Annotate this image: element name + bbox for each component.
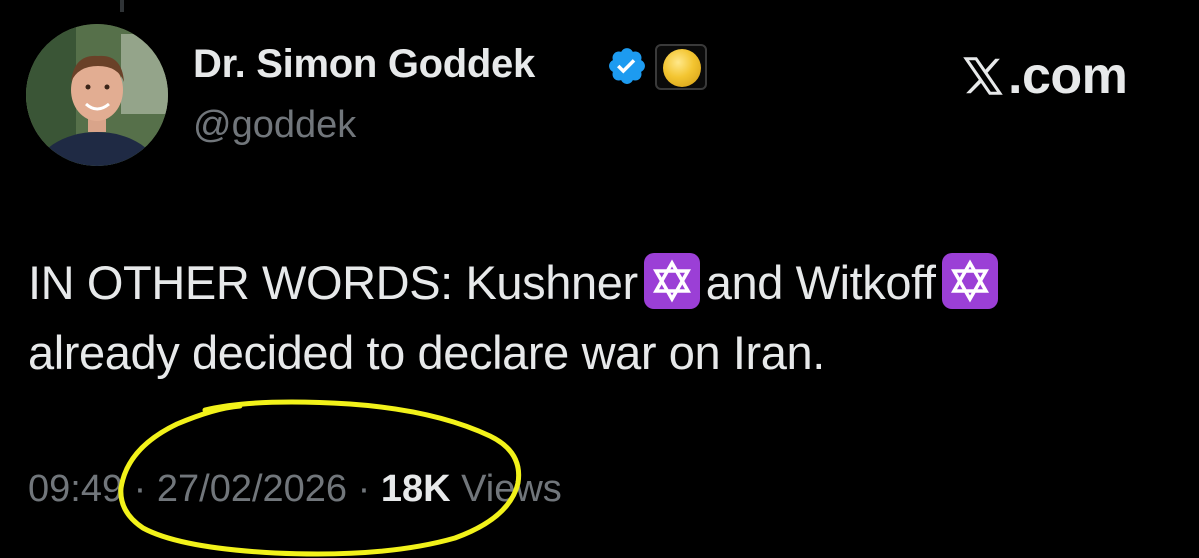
user-handle[interactable]: @goddek: [193, 104, 356, 147]
tweet-text-part-1: IN OTHER WORDS: Kushner: [28, 256, 638, 309]
avatar[interactable]: [26, 24, 168, 166]
tweet-line-2: already decided to declare war on Iran.: [28, 326, 825, 379]
verified-check-icon: [609, 48, 645, 84]
display-name[interactable]: Dr. Simon Goddek: [193, 42, 535, 87]
gold-coin-badge-icon[interactable]: [655, 44, 707, 90]
tweet-text: IN OTHER WORDS: Kushner and Witkoff alrea…: [28, 248, 1178, 388]
views-label[interactable]: Views: [461, 468, 562, 510]
thread-connector: [120, 0, 124, 12]
tweet-meta: 09:49 · 27/02/2026 · 18K Views: [28, 468, 562, 511]
tweet-card: Dr. Simon Goddek @goddek .com IN OTHER W…: [0, 0, 1199, 557]
post-time[interactable]: 09:49: [28, 468, 123, 510]
views-count[interactable]: 18K: [381, 468, 451, 510]
meta-separator: ·: [357, 468, 371, 510]
tweet-text-part-2: and Witkoff: [705, 256, 936, 309]
x-logo-text: .com: [1008, 47, 1128, 105]
tweet-line-1: IN OTHER WORDS: Kushner and Witkoff: [28, 248, 1178, 318]
x-brand-mark: .com: [960, 47, 1128, 105]
post-date[interactable]: 27/02/2026: [157, 468, 347, 510]
x-logo-icon: [963, 57, 1003, 95]
meta-separator: ·: [133, 468, 147, 510]
star-of-david-icon: [643, 253, 700, 309]
star-of-david-icon: [941, 253, 998, 309]
gold-coin: [663, 49, 701, 87]
